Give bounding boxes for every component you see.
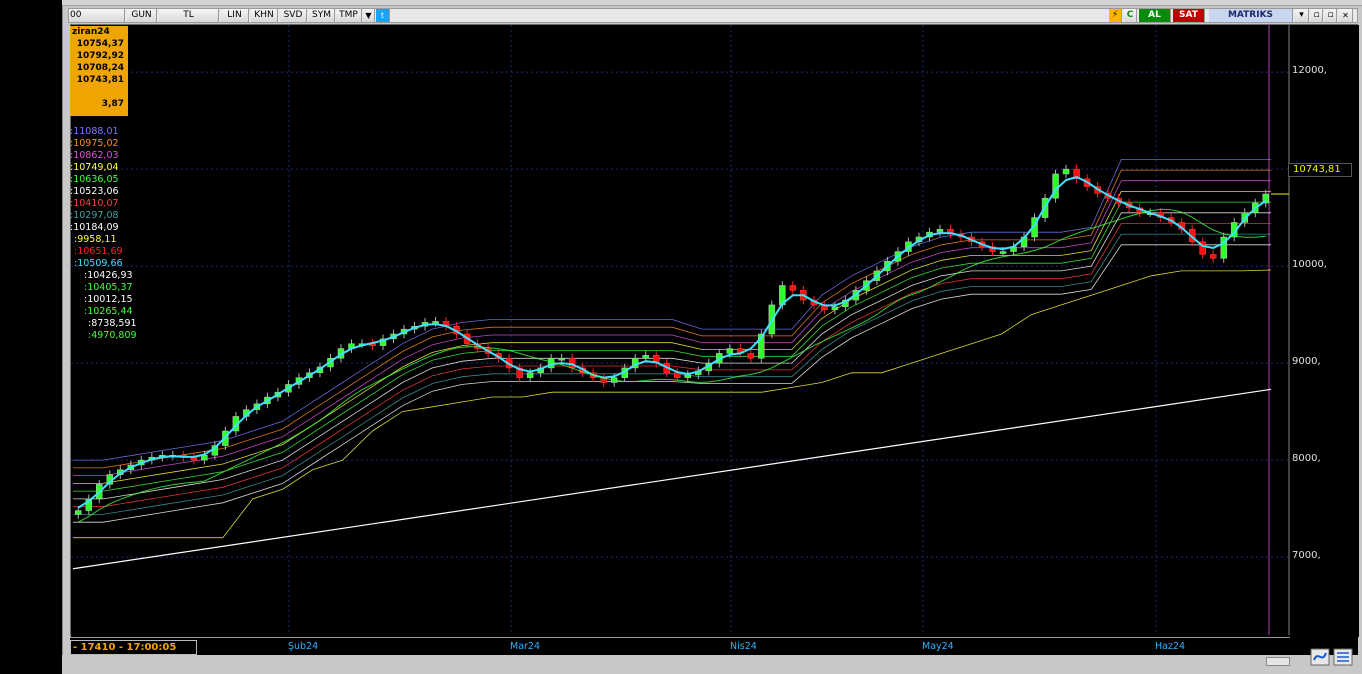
info-value: 10754,37 — [76, 39, 124, 49]
x-tick-label: Nis24 — [730, 641, 757, 652]
candle — [75, 510, 82, 515]
svd-button[interactable]: SVD — [280, 9, 307, 22]
candle — [526, 372, 534, 378]
y-tick-label: 9000, — [1292, 356, 1321, 368]
legend-item: :10509,66 — [74, 258, 123, 269]
corner-tools — [1310, 648, 1358, 666]
candle — [789, 285, 797, 291]
candle — [642, 355, 649, 359]
refresh-icon[interactable]: C — [1124, 9, 1137, 22]
legend-item: :10862,03 — [70, 150, 119, 161]
legend-item: :10012,15 — [84, 294, 133, 305]
chart-toolbar: 00 GUN TL LIN KHN SVD SYM TMP ▼ t ⚡ C AL… — [68, 8, 1358, 23]
legend-item: :10297,08 — [70, 210, 119, 221]
candle — [674, 372, 681, 378]
legend-item: :10265,44 — [84, 306, 133, 317]
info-value: 3,87 — [101, 99, 124, 109]
candle — [999, 251, 1007, 254]
menu-dropdown-icon[interactable]: ▾ — [1295, 9, 1309, 22]
price-chart[interactable] — [71, 25, 1359, 637]
restore-icon[interactable]: ▫ — [1325, 9, 1337, 22]
dropdown-arrow-icon[interactable]: ▼ — [363, 9, 375, 22]
x-tick-label: Mar24 — [510, 641, 541, 652]
y-tick-label: 12000, — [1292, 65, 1327, 77]
legend-item: :4970,809 — [88, 330, 137, 341]
legend-item: :10426,93 — [84, 270, 133, 281]
ohlc-info-box: ziran24 10754,37 10792,92 10708,24 10743… — [70, 26, 128, 116]
sell-button[interactable]: SAT — [1173, 9, 1205, 22]
left-black-strip — [0, 0, 62, 674]
indicator-legend: :11088,01:10975,02:10862,03:10749,04:106… — [70, 126, 165, 342]
period-field[interactable]: 00 — [69, 9, 125, 22]
info-symbol: ziran24 — [72, 27, 110, 37]
x-axis: Şub24 Mar24 Nis24 May24 Haz24 — [70, 637, 1290, 655]
info-value: 10743,81 — [76, 75, 124, 85]
app-window: 00 GUN TL LIN KHN SVD SYM TMP ▼ t ⚡ C AL… — [0, 0, 1362, 674]
candle — [936, 228, 944, 233]
legend-item: :10184,09 — [70, 222, 119, 233]
legend-item: :10651,69 — [74, 246, 123, 257]
twitter-icon[interactable]: t — [376, 9, 390, 22]
chart-background — [71, 25, 1359, 637]
legend-item: :10405,37 — [84, 282, 133, 293]
minimize-icon[interactable]: ▫ — [1311, 9, 1323, 22]
chart-area[interactable] — [70, 24, 1359, 637]
horizontal-scrollbar[interactable] — [1266, 657, 1290, 666]
info-value — [70, 86, 128, 98]
candle — [558, 358, 565, 361]
legend-item: :8738,591 — [88, 318, 137, 329]
y-tick-label: 10000, — [1292, 259, 1327, 271]
sym-button[interactable]: SYM — [309, 9, 335, 22]
tmp-button[interactable]: TMP — [336, 9, 362, 22]
legend-item: :9958,11 — [74, 234, 117, 245]
candle — [684, 374, 692, 378]
legend-item: :11088,01 — [70, 126, 119, 137]
candle — [747, 353, 755, 359]
time-display: - 17410 - 17:00:05 — [70, 640, 197, 655]
y-tick-label: 7000, — [1292, 550, 1321, 562]
legend-item: :10749,04 — [70, 162, 119, 173]
candle — [432, 321, 439, 324]
legend-item: :10636,05 — [70, 174, 119, 185]
candle — [1209, 254, 1217, 259]
x-tick-label: May24 — [922, 641, 954, 652]
candle — [1062, 168, 1070, 175]
candle — [726, 348, 734, 354]
x-tick-label: Şub24 — [288, 641, 319, 652]
close-icon[interactable]: ✕ — [1339, 9, 1353, 22]
bottom-bar — [62, 655, 1362, 674]
gun-button[interactable]: GUN — [127, 9, 157, 22]
candle — [831, 306, 839, 310]
y-tick-label: 8000, — [1292, 453, 1321, 465]
khn-button[interactable]: KHN — [251, 9, 278, 22]
last-price-tag: 10743,81 — [1288, 163, 1352, 177]
legend-item: :10523,06 — [70, 186, 119, 197]
flash-icon[interactable]: ⚡ — [1109, 9, 1122, 22]
currency-tl-button[interactable]: TL — [159, 9, 219, 22]
matriks-logo: MATRIKS — [1209, 9, 1293, 22]
buy-button[interactable]: AL — [1139, 9, 1171, 22]
window-titlebar — [62, 0, 1362, 6]
x-tick-label: Haz24 — [1155, 641, 1186, 652]
legend-item: :10975,02 — [70, 138, 119, 149]
lin-button[interactable]: LIN — [221, 9, 249, 22]
info-value: 10708,24 — [76, 63, 124, 73]
info-value: 10792,92 — [76, 51, 124, 61]
legend-item: :10410,07 — [70, 198, 119, 209]
